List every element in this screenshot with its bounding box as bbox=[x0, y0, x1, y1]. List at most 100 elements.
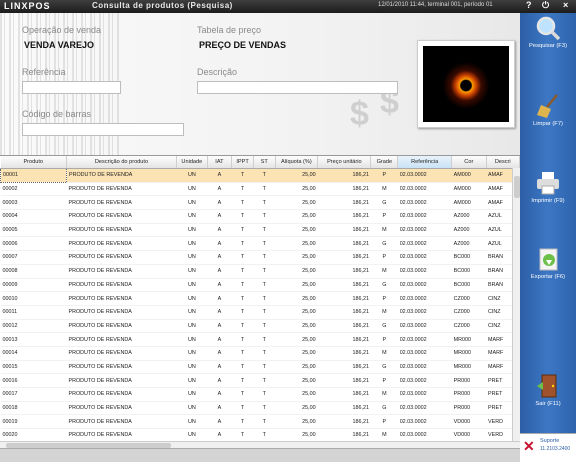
table-row[interactable]: 00018 PRODUTO DE REVENDA UN A T T 25,00 186,21 G… bbox=[0, 401, 520, 416]
table-cell: 00018 bbox=[0, 401, 67, 416]
column-header[interactable]: IAT bbox=[207, 156, 233, 169]
imprimir-button[interactable]: Imprimir (F9) bbox=[520, 170, 576, 204]
limpar-button[interactable]: Limpar (F7) bbox=[520, 93, 576, 127]
table-cell: PRODUTO DE REVENDA bbox=[66, 387, 177, 402]
table-cell: A bbox=[207, 401, 232, 416]
power-icon[interactable]: ⏻ bbox=[542, 0, 549, 11]
table-cell: AZ000 bbox=[451, 223, 486, 238]
table-row[interactable]: 00017 PRODUTO DE REVENDA UN A T T 25,00 186,21 M… bbox=[0, 387, 520, 402]
tabela-value: PREÇO DE VENDAS bbox=[199, 40, 287, 50]
table-cell: 25,00 bbox=[275, 332, 318, 347]
column-header[interactable]: Descrição do produto bbox=[66, 156, 177, 169]
column-header[interactable]: Preço unitário bbox=[317, 156, 372, 169]
table-cell: UN bbox=[176, 209, 208, 224]
close-icon[interactable]: × bbox=[563, 0, 568, 10]
table-cell: A bbox=[207, 360, 232, 375]
products-table[interactable]: Produto Descrição do produto Unidade IAT IPP… bbox=[0, 155, 520, 442]
sair-button[interactable]: Sair (F11) bbox=[520, 373, 576, 407]
table-cell: AM000 bbox=[451, 182, 486, 197]
referencia-input[interactable] bbox=[22, 81, 121, 94]
table-row[interactable]: 00004 PRODUTO DE REVENDA UN A T T 25,00 186,21 P… bbox=[0, 209, 520, 224]
table-row[interactable]: 00020 PRODUTO DE REVENDA UN A T T 25,00 186,21 M… bbox=[0, 428, 520, 442]
table-cell: 02.03.0002 bbox=[397, 401, 452, 416]
table-cell: UN bbox=[176, 182, 208, 197]
table-cell: P bbox=[370, 291, 398, 306]
table-cell: T bbox=[253, 346, 275, 361]
table-cell: 25,00 bbox=[275, 168, 318, 183]
table-cell: T bbox=[231, 264, 254, 279]
linx-logo-icon: ✕ bbox=[523, 438, 535, 454]
column-header[interactable]: Grade bbox=[370, 156, 399, 169]
table-row[interactable]: 00005 PRODUTO DE REVENDA UN A T T 25,00 186,21 M… bbox=[0, 223, 520, 238]
table-cell: T bbox=[231, 401, 254, 416]
table-row[interactable]: 00006 PRODUTO DE REVENDA UN A T T 25,00 186,21 G… bbox=[0, 236, 520, 252]
table-row[interactable]: 00014 PRODUTO DE REVENDA UN A T T 25,00 186,21 M… bbox=[0, 346, 520, 361]
table-cell: P bbox=[370, 332, 398, 347]
table-cell: 25,00 bbox=[275, 223, 318, 238]
table-cell: A bbox=[207, 209, 232, 224]
table-cell: UN bbox=[176, 387, 208, 402]
table-cell: PRODUTO DE REVENDA bbox=[66, 278, 177, 293]
column-header[interactable]: IPPT bbox=[231, 156, 254, 169]
column-header[interactable]: Alíquota (%) bbox=[275, 156, 319, 169]
table-cell: 00002 bbox=[0, 182, 67, 197]
table-row[interactable]: 00019 PRODUTO DE REVENDA UN A T T 25,00 186,21 P… bbox=[0, 414, 520, 430]
table-cell: PRODUTO DE REVENDA bbox=[66, 428, 177, 442]
table-row[interactable]: 00015 PRODUTO DE REVENDA UN A T T 25,00 186,21 G… bbox=[0, 360, 520, 375]
table-cell: PR000 bbox=[451, 387, 486, 402]
table-cell: 25,00 bbox=[275, 209, 318, 224]
column-header[interactable]: Descri bbox=[486, 156, 520, 169]
table-cell: UN bbox=[176, 332, 208, 347]
table-cell: 186,21 bbox=[317, 250, 371, 265]
table-cell: G bbox=[370, 319, 398, 334]
exportar-button[interactable]: Exportar (F6) bbox=[520, 246, 576, 280]
table-cell: 186,21 bbox=[317, 428, 371, 442]
table-cell: T bbox=[231, 414, 254, 430]
pesquisar-button[interactable]: Pesquisar (F3) bbox=[520, 15, 576, 49]
table-cell: 00015 bbox=[0, 360, 67, 375]
table-row[interactable]: 00010 PRODUTO DE REVENDA UN A T T 25,00 186,21 P… bbox=[0, 291, 520, 306]
table-cell: 186,21 bbox=[317, 236, 371, 252]
table-cell: 00006 bbox=[0, 236, 67, 252]
column-header[interactable]: ST bbox=[253, 156, 276, 169]
table-row[interactable]: 00003 PRODUTO DE REVENDA UN A T T 25,00 186,21 G… bbox=[0, 195, 520, 211]
support-panel[interactable]: ✕ Suporte 11.2103.2400 bbox=[520, 433, 576, 462]
table-cell: 00016 bbox=[0, 373, 67, 388]
table-cell: PRODUTO DE REVENDA bbox=[66, 373, 177, 388]
table-cell: 02.03.0002 bbox=[397, 373, 452, 388]
table-row[interactable]: 00013 PRODUTO DE REVENDA UN A T T 25,00 186,21 P… bbox=[0, 332, 520, 347]
search-form: $ $ Operação de venda VENDA VAREJO Tabel… bbox=[0, 13, 520, 155]
table-cell: M bbox=[370, 264, 398, 279]
table-cell: PRODUTO DE REVENDA bbox=[66, 305, 177, 320]
table-cell: A bbox=[207, 319, 232, 334]
help-icon[interactable]: ? bbox=[526, 0, 532, 10]
table-row[interactable]: 00012 PRODUTO DE REVENDA UN A T T 25,00 186,21 G… bbox=[0, 319, 520, 334]
table-row[interactable]: 00016 PRODUTO DE REVENDA UN A T T 25,00 186,21 P… bbox=[0, 373, 520, 388]
table-cell: 02.03.0002 bbox=[397, 291, 452, 306]
table-row[interactable]: 00007 PRODUTO DE REVENDA UN A T T 25,00 186,21 P… bbox=[0, 250, 520, 265]
table-row[interactable]: 00002 PRODUTO DE REVENDA UN A T T 25,00 186,21 M… bbox=[0, 182, 520, 197]
table-cell: PRODUTO DE REVENDA bbox=[66, 209, 177, 224]
table-cell: T bbox=[253, 414, 275, 430]
table-cell: AZ000 bbox=[451, 209, 486, 224]
table-cell: P bbox=[370, 414, 398, 430]
tabela-label: Tabela de preço bbox=[197, 25, 262, 35]
table-cell: AM000 bbox=[451, 168, 486, 183]
table-cell: T bbox=[253, 236, 275, 252]
exit-door-icon bbox=[535, 373, 561, 399]
table-cell: 25,00 bbox=[275, 305, 318, 320]
column-header[interactable]: Produto bbox=[0, 156, 67, 169]
table-cell: PRODUTO DE REVENDA bbox=[66, 236, 177, 252]
table-row[interactable]: 00011 PRODUTO DE REVENDA UN A T T 25,00 186,21 M… bbox=[0, 305, 520, 320]
column-header[interactable]: Cor bbox=[451, 156, 487, 169]
table-cell: 02.03.0002 bbox=[397, 264, 452, 279]
table-row[interactable]: 00001 PRODUTO DE REVENDA UN A T T 25,00 186,21 P… bbox=[0, 168, 520, 183]
table-row[interactable]: 00008 PRODUTO DE REVENDA UN A T T 25,00 186,21 M… bbox=[0, 264, 520, 279]
table-cell: PRODUTO DE REVENDA bbox=[66, 414, 177, 430]
column-header[interactable]: Referência bbox=[397, 156, 453, 169]
table-cell: 00012 bbox=[0, 319, 67, 334]
descricao-input[interactable] bbox=[197, 81, 398, 94]
column-header[interactable]: Unidade bbox=[176, 156, 208, 169]
table-row[interactable]: 00009 PRODUTO DE REVENDA UN A T T 25,00 186,21 G… bbox=[0, 278, 520, 293]
codigo-barras-input[interactable] bbox=[22, 123, 184, 136]
